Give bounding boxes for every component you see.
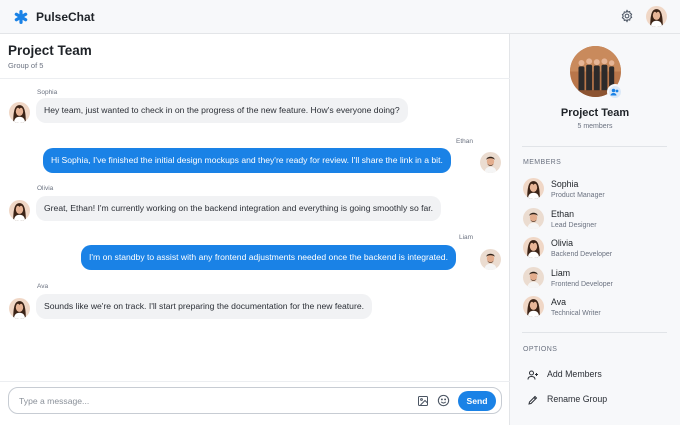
member-item[interactable]: Ethan Lead Designer bbox=[523, 207, 668, 231]
member-name: Ava bbox=[551, 297, 566, 307]
message-sender: Ava bbox=[37, 283, 49, 290]
chat-title: Project Team bbox=[8, 43, 92, 58]
send-button[interactable]: Send bbox=[458, 391, 496, 411]
member-item[interactable]: Sophia Product Manager bbox=[523, 177, 668, 201]
member-item[interactable]: Ava Technical Writer bbox=[523, 295, 668, 319]
member-avatar bbox=[523, 296, 544, 317]
member-name: Olivia bbox=[551, 238, 573, 248]
member-avatar bbox=[523, 237, 544, 258]
member-avatar bbox=[523, 208, 544, 229]
member-item[interactable]: Olivia Backend Developer bbox=[523, 236, 668, 260]
message-bubble: Sounds like we're on track. I'll start p… bbox=[36, 294, 372, 319]
message-sender: Sophia bbox=[37, 89, 58, 96]
member-role: Product Manager bbox=[551, 192, 605, 199]
message-bubble: Great, Ethan! I'm currently working on t… bbox=[36, 196, 442, 221]
asterisk-logo-icon bbox=[14, 10, 28, 24]
option-label: Rename Group bbox=[547, 394, 608, 404]
member-item[interactable]: Liam Frontend Developer bbox=[523, 266, 668, 290]
group-info-panel: Project Team 5 members MEMBERS Sophia Pr… bbox=[510, 34, 680, 425]
rename-group-button[interactable]: Rename Group bbox=[523, 391, 668, 409]
chat-header: Project Team Group of 5 bbox=[0, 34, 510, 79]
message-bubble: Hi Sophia, I've finished the initial des… bbox=[43, 148, 451, 173]
message-sender: Liam bbox=[459, 234, 474, 241]
message-sender: Ethan bbox=[456, 138, 473, 145]
member-name: Sophia bbox=[551, 179, 579, 189]
group-icon bbox=[610, 88, 619, 96]
sender-avatar bbox=[9, 102, 30, 123]
member-avatar bbox=[523, 178, 544, 199]
group-title: Project Team bbox=[560, 107, 630, 119]
top-bar: PulseChat bbox=[0, 0, 680, 34]
sender-avatar bbox=[480, 152, 501, 173]
members-heading: MEMBERS bbox=[523, 159, 562, 166]
divider bbox=[522, 332, 667, 333]
image-icon[interactable] bbox=[417, 395, 429, 407]
pencil-icon bbox=[528, 395, 538, 405]
divider bbox=[522, 146, 667, 147]
member-role: Lead Designer bbox=[551, 222, 597, 229]
app-title: PulseChat bbox=[36, 10, 95, 24]
user-avatar[interactable] bbox=[646, 6, 667, 27]
options-heading: OPTIONS bbox=[523, 346, 558, 353]
message-bubble: I'm on standby to assist with any fronte… bbox=[81, 245, 456, 270]
message-sender: Olivia bbox=[37, 185, 54, 192]
gear-icon[interactable] bbox=[620, 9, 634, 23]
member-role: Backend Developer bbox=[551, 251, 613, 258]
composer: Send bbox=[8, 387, 502, 414]
group-badge bbox=[607, 84, 623, 100]
sender-avatar bbox=[9, 298, 30, 319]
member-role: Frontend Developer bbox=[551, 281, 613, 288]
member-name: Ethan bbox=[551, 209, 574, 219]
chat-area: Project Team Group of 5 Sophia Hey team,… bbox=[0, 34, 510, 425]
member-avatar bbox=[523, 267, 544, 288]
sender-avatar bbox=[9, 200, 30, 221]
message-input[interactable] bbox=[19, 393, 399, 409]
message-bubble: Hey team, just wanted to check in on the… bbox=[36, 98, 408, 123]
emoji-icon[interactable] bbox=[437, 394, 450, 407]
chat-subtitle: Group of 5 bbox=[8, 61, 44, 70]
member-role: Technical Writer bbox=[551, 310, 601, 317]
sender-avatar bbox=[480, 249, 501, 270]
option-label: Add Members bbox=[547, 369, 602, 379]
user-plus-icon bbox=[527, 370, 538, 380]
add-members-button[interactable]: Add Members bbox=[523, 366, 668, 384]
member-count: 5 members bbox=[577, 123, 613, 130]
member-name: Liam bbox=[551, 268, 571, 278]
composer-bar: Send bbox=[0, 381, 510, 425]
